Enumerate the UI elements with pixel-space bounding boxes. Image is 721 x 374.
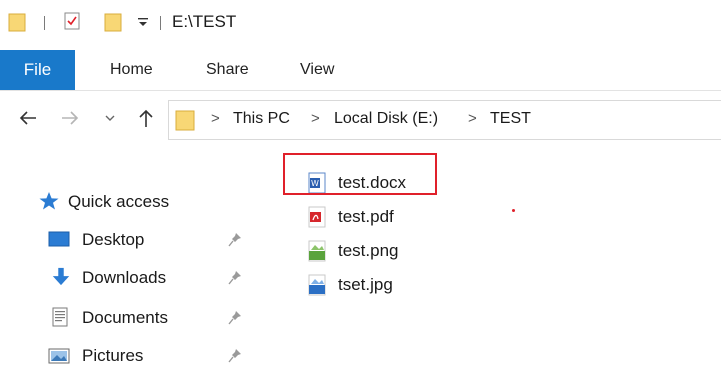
sidebar-item-label: Pictures — [82, 346, 144, 365]
file-item-jpg[interactable]: tset.jpg — [300, 268, 500, 302]
forward-arrow-icon[interactable] — [58, 106, 82, 130]
recent-locations-chevron-icon[interactable] — [102, 106, 118, 130]
pictures-icon — [48, 348, 70, 364]
breadcrumb-separator: > — [468, 110, 477, 127]
sidebar-item-label: Desktop — [82, 230, 145, 249]
red-dot-mark — [512, 209, 515, 212]
tab-view[interactable]: View — [300, 50, 334, 90]
highlight-annotation-box — [283, 153, 437, 195]
png-image-icon — [308, 240, 326, 262]
navigation-bar: > This PC > Local Disk (E:) > TEST — [0, 90, 721, 148]
breadcrumb-this-pc[interactable]: This PC — [233, 110, 290, 128]
back-arrow-icon[interactable] — [16, 106, 40, 130]
new-folder-icon[interactable] — [104, 12, 122, 32]
navigation-pane: Quick access Desktop Downloads Documents… — [0, 148, 270, 372]
document-icon — [52, 307, 68, 327]
file-item-pdf[interactable]: test.pdf — [300, 200, 500, 234]
star-icon — [39, 192, 59, 210]
sidebar-item-desktop[interactable]: Desktop — [0, 222, 270, 258]
ribbon-tabs: File Home Share View — [0, 48, 721, 91]
title-bar: E:\TEST — [0, 0, 721, 48]
tab-share[interactable]: Share — [206, 50, 249, 90]
sidebar-item-label: Quick access — [68, 192, 170, 211]
desktop-icon — [48, 231, 70, 247]
sidebar-item-label: Downloads — [82, 268, 167, 287]
file-name: test.pdf — [338, 207, 394, 226]
sidebar-item-downloads[interactable]: Downloads — [0, 260, 270, 296]
quick-access-separator — [44, 16, 45, 30]
pdf-document-icon — [308, 206, 326, 228]
pin-icon[interactable] — [228, 232, 242, 248]
folder-icon[interactable] — [8, 12, 26, 32]
file-name: tset.jpg — [338, 275, 393, 294]
pin-icon[interactable] — [228, 270, 242, 286]
properties-check-icon[interactable] — [64, 12, 80, 30]
customize-toolbar-dropdown-icon[interactable] — [136, 13, 150, 31]
pin-icon[interactable] — [228, 310, 242, 326]
title-separator — [160, 16, 161, 30]
breadcrumb-separator: > — [311, 110, 320, 127]
folder-icon — [175, 110, 195, 131]
window-title: E:\TEST — [172, 12, 237, 31]
breadcrumb-local-disk[interactable]: Local Disk (E:) — [334, 110, 438, 128]
download-arrow-icon — [52, 267, 70, 286]
file-name: test.png — [338, 241, 399, 260]
sidebar-item-label: Documents — [82, 308, 168, 327]
tab-home[interactable]: Home — [110, 50, 153, 90]
up-arrow-icon[interactable] — [134, 106, 158, 130]
pin-icon[interactable] — [228, 348, 242, 364]
sidebar-item-quick-access[interactable]: Quick access — [0, 184, 270, 220]
jpg-image-icon — [308, 274, 326, 296]
address-bar[interactable]: > This PC > Local Disk (E:) > TEST — [168, 100, 721, 140]
sidebar-item-documents[interactable]: Documents — [0, 300, 270, 336]
sidebar-item-pictures[interactable]: Pictures — [0, 338, 270, 374]
breadcrumb-test[interactable]: TEST — [490, 110, 531, 128]
file-item-png[interactable]: test.png — [300, 234, 500, 268]
tab-file[interactable]: File — [0, 50, 75, 90]
breadcrumb-separator: > — [211, 110, 220, 127]
